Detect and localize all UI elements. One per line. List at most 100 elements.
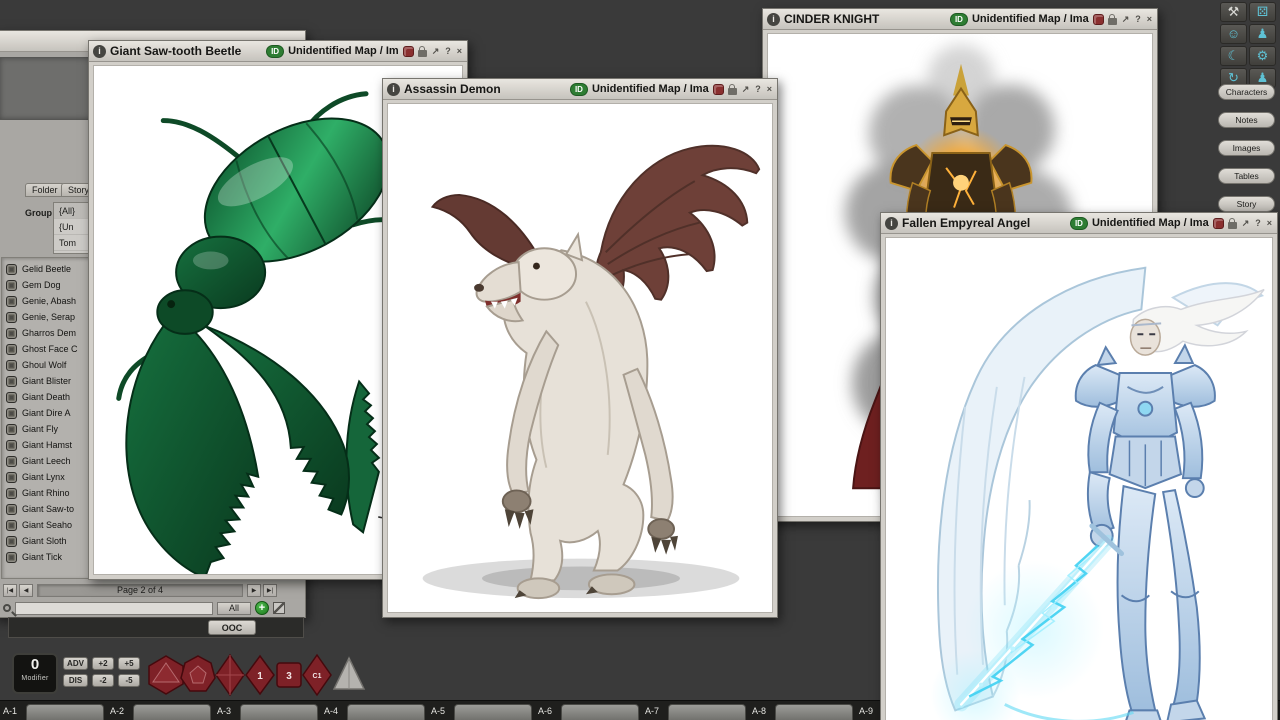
id-label: Unidentified Map / Ima — [592, 83, 709, 95]
angel-titlebar[interactable]: i Fallen Empyreal Angel ID Unidentified … — [881, 213, 1277, 234]
assassin-titlebar[interactable]: i Assassin Demon ID Unidentified Map / I… — [383, 79, 777, 100]
close-icon[interactable]: × — [766, 84, 773, 94]
cinder-titlebar[interactable]: i CINDER KNIGHT ID Unidentified Map / Im… — [763, 9, 1157, 30]
tools-icon[interactable]: ⚒ — [1220, 2, 1247, 22]
token-icon[interactable] — [403, 46, 414, 57]
close-icon[interactable]: × — [456, 46, 463, 56]
tab-folder[interactable]: Folder — [25, 183, 65, 197]
id-badge-icon: ID — [570, 83, 588, 96]
add-button[interactable]: + — [255, 601, 269, 615]
hotkey-tab[interactable] — [454, 704, 532, 720]
group-label: Group — [25, 208, 52, 218]
resize-icon[interactable]: ↗ — [741, 84, 751, 95]
die-d6[interactable]: 3 — [277, 663, 301, 687]
list-item-label: Giant Death — [22, 392, 70, 402]
search-icon — [3, 604, 11, 612]
window-title: Assassin Demon — [404, 82, 501, 96]
info-icon[interactable]: i — [767, 13, 780, 26]
resize-icon[interactable]: ↗ — [1241, 218, 1251, 229]
hotkey-tab-label: A-5 — [431, 706, 445, 716]
id-badge-icon: ID — [950, 13, 968, 26]
options-gear-icon[interactable]: ⚙ — [1249, 46, 1276, 66]
token-icon[interactable] — [1093, 14, 1104, 25]
help-icon[interactable]: ? — [754, 84, 762, 94]
creature-badge-icon — [6, 360, 17, 371]
portrait-icon[interactable]: ☺ — [1220, 24, 1247, 44]
sidebar-item-notes[interactable]: Notes — [1218, 112, 1275, 128]
info-icon[interactable]: i — [93, 45, 106, 58]
resize-icon[interactable]: ↗ — [431, 46, 441, 57]
sidebar-item-tables[interactable]: Tables — [1218, 168, 1275, 184]
creature-badge-icon — [6, 344, 17, 355]
search-input[interactable] — [15, 602, 213, 615]
svg-text:1: 1 — [257, 671, 263, 682]
next-page-button[interactable]: ▶ — [247, 584, 261, 597]
hotkey-tab[interactable] — [240, 704, 318, 720]
minus2-button[interactable]: -2 — [92, 674, 114, 687]
creature-badge-icon — [6, 472, 17, 483]
minus5-button[interactable]: -5 — [118, 674, 140, 687]
resize-icon[interactable]: ↗ — [1121, 14, 1131, 25]
die-d8[interactable]: 1 — [246, 656, 274, 694]
close-icon[interactable]: × — [1146, 14, 1153, 24]
prev-page-button[interactable]: ◀ — [19, 584, 33, 597]
creature-badge-icon — [6, 488, 17, 499]
hotkey-tab[interactable] — [347, 704, 425, 720]
list-item-label: Gharros Dem — [22, 328, 76, 338]
party-icon[interactable]: ♟ — [1249, 24, 1276, 44]
filter-all-button[interactable]: All — [217, 602, 251, 615]
list-item-label: Gelid Beetle — [22, 264, 71, 274]
info-icon[interactable]: i — [387, 83, 400, 96]
hotkey-tab-label: A-2 — [110, 706, 124, 716]
chat-entry-bar[interactable]: OOC — [8, 617, 304, 638]
tab-story-label: Story — [68, 185, 89, 195]
hotkey-tab[interactable] — [133, 704, 211, 720]
die-d10[interactable] — [216, 655, 244, 695]
lock-icon[interactable] — [1228, 222, 1237, 229]
die-d12[interactable] — [181, 656, 215, 691]
help-icon[interactable]: ? — [1254, 218, 1262, 228]
sidebar-item-images[interactable]: Images — [1218, 140, 1275, 156]
edit-icon[interactable] — [273, 602, 285, 614]
lock-icon[interactable] — [1108, 18, 1117, 25]
info-icon[interactable]: i — [885, 217, 898, 230]
hotkey-tab[interactable] — [26, 704, 104, 720]
help-icon[interactable]: ? — [1134, 14, 1142, 24]
plus5-button[interactable]: +5 — [118, 657, 140, 670]
adv-button[interactable]: ADV — [63, 657, 88, 670]
lock-icon[interactable] — [418, 50, 427, 57]
close-icon[interactable]: × — [1266, 218, 1273, 228]
modifier-box[interactable]: 0 Modifier — [12, 653, 58, 694]
creature-badge-icon — [6, 392, 17, 403]
die-d4[interactable] — [334, 658, 364, 689]
svg-text:3: 3 — [286, 671, 292, 682]
creature-badge-icon — [6, 376, 17, 387]
help-icon[interactable]: ? — [444, 46, 452, 56]
last-page-button[interactable]: ▶| — [263, 584, 277, 597]
die-d20[interactable] — [149, 656, 183, 694]
die-d100[interactable]: C1 — [303, 655, 331, 695]
token-icon[interactable] — [1213, 218, 1224, 229]
dice-icon[interactable]: ⚄ — [1249, 2, 1276, 22]
lighting-icon[interactable]: ☾ — [1220, 46, 1247, 66]
hotkey-tab[interactable] — [561, 704, 639, 720]
page-indicator: Page 2 of 4 — [37, 584, 243, 597]
sidebar-item-characters[interactable]: Characters — [1218, 84, 1275, 100]
token-icon[interactable] — [713, 84, 724, 95]
list-item-label: Giant Leech — [22, 456, 71, 466]
assassin-image[interactable] — [387, 103, 773, 613]
hotkey-tab[interactable] — [668, 704, 746, 720]
plus2-button[interactable]: +2 — [92, 657, 114, 670]
svg-text:C1: C1 — [313, 673, 322, 680]
angel-window: i Fallen Empyreal Angel ID Unidentified … — [880, 212, 1278, 720]
dis-button[interactable]: DIS — [63, 674, 88, 687]
ooc-button[interactable]: OOC — [208, 620, 256, 635]
beetle-titlebar[interactable]: i Giant Saw-tooth Beetle ID Unidentified… — [89, 41, 467, 62]
angel-image[interactable] — [885, 237, 1273, 720]
hotkey-tab-label: A-6 — [538, 706, 552, 716]
lock-icon[interactable] — [728, 88, 737, 95]
first-page-button[interactable]: |◀ — [3, 584, 17, 597]
sidebar-item-story[interactable]: Story — [1218, 196, 1275, 212]
hotkey-tab[interactable] — [775, 704, 853, 720]
hotkey-tab-label: A-9 — [859, 706, 873, 716]
